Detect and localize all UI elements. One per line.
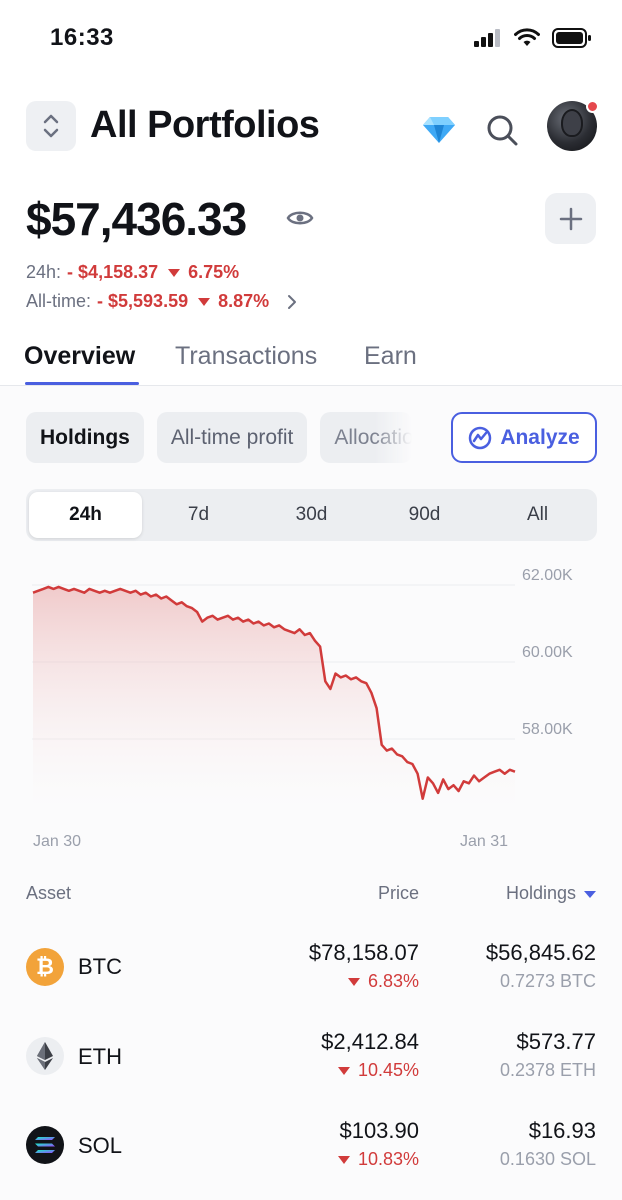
chip-all-time-profit[interactable]: All-time profit bbox=[156, 412, 308, 463]
down-arrow-icon bbox=[337, 1155, 350, 1164]
column-header-holdings[interactable]: Holdings bbox=[506, 883, 596, 904]
asset-change: 10.45% bbox=[334, 1060, 419, 1081]
diamond-icon[interactable] bbox=[422, 116, 456, 144]
tab-earn[interactable]: Earn bbox=[364, 342, 417, 371]
change-alltime-pct: 8.87% bbox=[218, 291, 270, 311]
y-tick-62k: 62.00K bbox=[522, 567, 573, 584]
asset-holding-qty: 0.2378 ETH bbox=[499, 1060, 596, 1080]
asset-symbol: BTC bbox=[78, 954, 122, 979]
range-30d[interactable]: 30d bbox=[255, 492, 368, 538]
notification-dot bbox=[586, 100, 599, 113]
asset-change: 10.83% bbox=[334, 1149, 419, 1170]
asset-change: 6.83% bbox=[344, 971, 419, 992]
tab-overview[interactable]: Overview bbox=[24, 342, 135, 371]
asset-price: $78,158.07 bbox=[308, 940, 419, 965]
avatar[interactable] bbox=[547, 100, 599, 151]
avatar-figure bbox=[561, 109, 583, 137]
asset-symbol: ETH bbox=[78, 1044, 122, 1069]
plus-icon bbox=[559, 207, 582, 230]
x-label-end: Jan 31 bbox=[460, 833, 508, 850]
add-button[interactable] bbox=[545, 193, 596, 244]
y-tick-58k: 58.00K bbox=[522, 721, 573, 738]
down-arrow-icon bbox=[347, 977, 360, 986]
ethereum-icon bbox=[26, 1037, 64, 1075]
change-24h-row: 24h: - $4,158.37 6.75% bbox=[26, 262, 239, 283]
down-arrow-icon bbox=[168, 268, 181, 277]
asset-holding-value: $16.93 bbox=[528, 1118, 596, 1143]
range-24h[interactable]: 24h bbox=[29, 492, 142, 538]
range-selector: 24h 7d 30d 90d All bbox=[26, 489, 597, 541]
column-header-holdings-label: Holdings bbox=[505, 883, 576, 903]
column-header-price[interactable]: Price bbox=[378, 883, 419, 904]
status-time: 16:33 bbox=[50, 24, 114, 51]
asset-price: $2,412.84 bbox=[321, 1029, 419, 1054]
change-alltime-label: All-time: bbox=[26, 291, 92, 311]
asset-holding-qty: 0.1630 SOL bbox=[499, 1149, 596, 1169]
change-24h-value: - $4,158.37 bbox=[67, 262, 159, 282]
chip-holdings[interactable]: Holdings bbox=[26, 412, 144, 463]
wifi-icon bbox=[514, 28, 540, 46]
change-24h-pct: 6.75% bbox=[188, 262, 240, 282]
down-arrow-icon bbox=[198, 297, 211, 306]
range-90d[interactable]: 90d bbox=[368, 492, 481, 538]
eye-icon[interactable] bbox=[286, 208, 314, 228]
portfolio-switcher-button[interactable] bbox=[26, 101, 76, 151]
total-balance: $57,436.33 bbox=[26, 193, 247, 245]
asset-row-btc[interactable]: ₿ BTC $78,158.07 6.83% $56,845.62 0.7273… bbox=[0, 923, 622, 1011]
asset-holding-value: $56,845.62 bbox=[485, 940, 596, 965]
bitcoin-icon: ₿ bbox=[26, 948, 64, 986]
asset-symbol: SOL bbox=[78, 1133, 123, 1158]
chart-area-fill bbox=[33, 586, 515, 810]
asset-row-eth[interactable]: ETH $2,412.84 10.45% $573.77 0.2378 ETH bbox=[0, 1012, 622, 1100]
tab-transactions[interactable]: Transactions bbox=[175, 342, 317, 371]
cellular-signal-icon bbox=[474, 29, 500, 47]
change-alltime-row[interactable]: All-time: - $5,593.59 8.87% bbox=[26, 291, 299, 312]
chip-allocation[interactable]: Allocation bbox=[320, 412, 413, 463]
asset-change-pct: 10.45% bbox=[357, 1060, 419, 1080]
asset-change-pct: 6.83% bbox=[367, 971, 419, 991]
solana-icon bbox=[26, 1126, 64, 1164]
analyze-label: Analyze bbox=[500, 425, 580, 449]
status-icons bbox=[474, 28, 592, 48]
analyze-chart-icon bbox=[469, 426, 492, 449]
range-all[interactable]: All bbox=[481, 492, 594, 538]
page-title[interactable]: All Portfolios bbox=[90, 104, 320, 147]
column-header-asset: Asset bbox=[26, 883, 72, 903]
sort-down-icon bbox=[584, 890, 596, 898]
analyze-button[interactable]: Analyze bbox=[451, 412, 597, 463]
asset-price: $103.90 bbox=[339, 1118, 419, 1143]
chevron-right-icon bbox=[288, 294, 297, 309]
search-icon[interactable] bbox=[486, 114, 518, 146]
asset-holding-qty: 0.7273 BTC bbox=[499, 971, 596, 991]
y-tick-60k: 60.00K bbox=[522, 644, 573, 661]
change-alltime-value: - $5,593.59 bbox=[97, 291, 189, 311]
asset-change-pct: 10.83% bbox=[357, 1149, 419, 1169]
x-label-start: Jan 30 bbox=[33, 833, 81, 850]
asset-holding-value: $573.77 bbox=[516, 1029, 596, 1054]
portfolio-chart[interactable]: 62.00K 60.00K 58.00K Jan 30 Jan 31 bbox=[0, 560, 622, 860]
range-7d[interactable]: 7d bbox=[142, 492, 255, 538]
battery-icon bbox=[552, 28, 591, 48]
asset-row-sol[interactable]: SOL $103.90 10.83% $16.93 0.1630 SOL bbox=[0, 1101, 622, 1189]
down-arrow-icon bbox=[337, 1066, 350, 1075]
chevron-up-down-icon bbox=[43, 114, 59, 138]
change-24h-label: 24h: bbox=[26, 262, 62, 282]
